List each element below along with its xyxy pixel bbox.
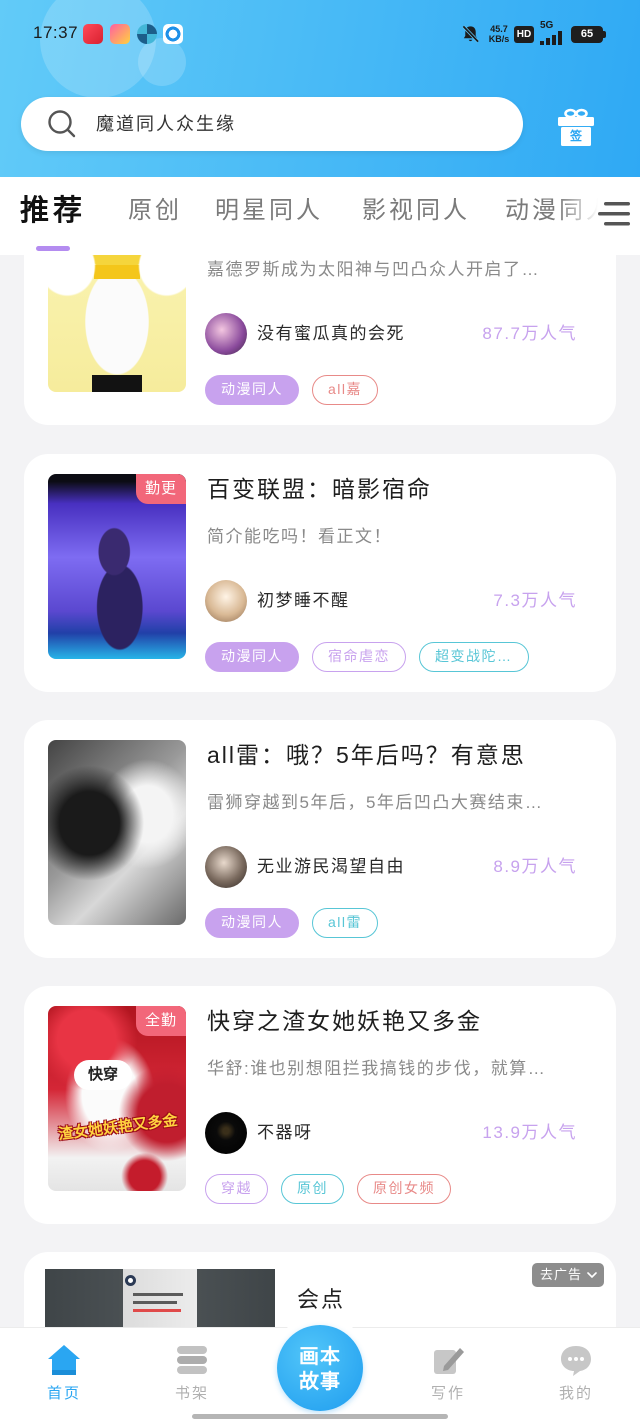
cover-image[interactable]: 勤更 — [48, 474, 186, 659]
nav-label: 书架 — [174, 1385, 209, 1402]
nav-label: 写作 — [430, 1385, 465, 1402]
network-speed-unit: KB/s — [488, 34, 510, 44]
update-badge: 勤更 — [136, 474, 186, 504]
nav-label: 我的 — [558, 1385, 593, 1402]
novel-description: 简介能吃吗！看正文！ — [207, 527, 392, 546]
ad-logo-icon — [125, 1275, 136, 1286]
chevron-down-icon — [587, 1272, 597, 1278]
novel-description: 华舒:谁也别想阻拦我搞钱的步伐，就算… — [207, 1059, 547, 1078]
search-hint: 魔道同人众生缘 — [96, 114, 236, 134]
nav-home[interactable]: 首页 — [24, 1342, 104, 1412]
home-indicator[interactable] — [192, 1414, 448, 1419]
tab-celebrity-fanfic[interactable]: 明星同人 — [215, 191, 323, 231]
cover-image[interactable] — [48, 740, 186, 925]
create-story-button[interactable]: 画本 故事 — [277, 1325, 363, 1411]
cover-genre-text: 快穿 — [74, 1060, 132, 1090]
app-screen: 嘉德罗斯成为太阳神与凹凸众人开启了… 没有蜜瓜真的会死 87.7万人气 动漫同人… — [0, 0, 640, 1423]
author-name[interactable]: 初梦睡不醒 — [257, 589, 350, 613]
battery-level: 65 — [580, 28, 594, 40]
tab-recommend[interactable]: 推荐 — [20, 191, 86, 231]
remove-ad-label: 去广告 — [540, 1267, 583, 1282]
tag-list: 动漫同人 all雷 — [205, 908, 379, 938]
ad-image[interactable] — [45, 1269, 275, 1327]
tag[interactable]: all嘉 — [312, 375, 379, 405]
notification-app-icon — [83, 24, 103, 44]
notification-app-icon — [110, 24, 130, 44]
top-header: 17:37 45.7 KB/s HD 5G 65 魔道同人众生缘 签 — [0, 0, 640, 177]
author-avatar[interactable] — [205, 1112, 247, 1154]
network-type: 5G — [540, 20, 554, 31]
tab-strip[interactable]: 推荐 原创 明星同人 影视同人 动漫同人 — [0, 177, 598, 255]
novel-card[interactable]: all雷：哦？5年后吗？有意思 雷狮穿越到5年后，5年后凹凸大赛结束… 无业游民… — [24, 720, 616, 958]
search-icon — [48, 110, 76, 138]
daily-signin-button[interactable]: 签 — [555, 106, 597, 148]
tag[interactable]: all雷 — [312, 908, 379, 938]
remove-ad-button[interactable]: 去广告 — [532, 1263, 604, 1287]
tag[interactable]: 动漫同人 — [205, 908, 299, 938]
novel-card[interactable]: 快穿 渣女她妖艳又多金 全勤 快穿之渣女她妖艳又多金 华舒:谁也别想阻拦我搞钱的… — [24, 986, 616, 1224]
create-story-label-line2: 故事 — [299, 1371, 341, 1393]
ad-title[interactable]: 会点 — [297, 1285, 345, 1315]
novel-card[interactable]: 勤更 百变联盟：暗影宿命 简介能吃吗！看正文！ 初梦睡不醒 7.3万人气 动漫同… — [24, 454, 616, 692]
cover-title-text: 渣女她妖艳又多金 — [57, 1111, 179, 1144]
signal-bars-icon — [540, 31, 562, 45]
decorative-bubble — [40, 0, 156, 98]
author-name[interactable]: 不器呀 — [257, 1121, 313, 1145]
status-time: 17:37 — [33, 23, 79, 42]
notification-app-icon — [163, 24, 183, 44]
tab-fade-overlay — [558, 177, 598, 255]
bookshelf-icon — [177, 1346, 207, 1374]
update-badge: 全勤 — [136, 1006, 186, 1036]
novel-title[interactable]: 百变联盟：暗影宿命 — [207, 472, 597, 506]
tag[interactable]: 动漫同人 — [205, 642, 299, 672]
decorative-bubble — [138, 38, 186, 86]
author-avatar[interactable] — [205, 846, 247, 888]
nav-mine[interactable]: 我的 — [536, 1342, 616, 1412]
tag[interactable]: 宿命虐恋 — [312, 642, 406, 672]
novel-title[interactable]: 快穿之渣女她妖艳又多金 — [207, 1004, 597, 1038]
network-speed-value: 45.7 — [490, 24, 508, 34]
category-tabs: 推荐 原创 明星同人 影视同人 动漫同人 — [0, 177, 640, 255]
tag[interactable]: 穿越 — [205, 1174, 268, 1204]
author-avatar[interactable] — [205, 580, 247, 622]
nav-label: 首页 — [46, 1385, 81, 1402]
nav-bookshelf[interactable]: 书架 — [152, 1342, 232, 1412]
write-pen-icon — [434, 1348, 464, 1374]
novel-description: 雷狮穿越到5年后，5年后凹凸大赛结束… — [207, 793, 544, 812]
signin-label: 签 — [569, 129, 582, 143]
author-name[interactable]: 无业游民渴望自由 — [257, 855, 405, 879]
popularity-count: 8.9万人气 — [493, 857, 577, 876]
search-bar[interactable]: 魔道同人众生缘 — [21, 97, 523, 151]
nav-write[interactable]: 写作 — [408, 1342, 488, 1412]
active-tab-indicator — [36, 246, 70, 251]
novel-title[interactable]: all雷：哦？5年后吗？有意思 — [207, 738, 597, 772]
tag[interactable]: 原创 — [281, 1174, 344, 1204]
cover-image[interactable]: 快穿 渣女她妖艳又多金 全勤 — [48, 1006, 186, 1191]
tag[interactable]: 原创女频 — [357, 1174, 451, 1204]
popularity-count: 87.7万人气 — [482, 324, 577, 343]
chat-bubble-icon — [561, 1346, 591, 1376]
tag-list: 动漫同人 宿命虐恋 超变战陀… — [205, 642, 529, 672]
home-icon — [48, 1345, 80, 1375]
popularity-count: 13.9万人气 — [482, 1123, 577, 1142]
author-name[interactable]: 没有蜜瓜真的会死 — [257, 322, 405, 346]
create-story-label-line1: 画本 — [299, 1346, 341, 1368]
popularity-count: 7.3万人气 — [493, 591, 577, 610]
hd-badge: HD — [514, 26, 534, 43]
novel-description: 嘉德罗斯成为太阳神与凹凸众人开启了… — [207, 260, 540, 279]
tag-list: 穿越 原创 原创女频 — [205, 1174, 451, 1204]
tab-film-tv-fanfic[interactable]: 影视同人 — [362, 191, 470, 231]
tag[interactable]: 动漫同人 — [205, 375, 299, 405]
menu-icon[interactable] — [598, 200, 632, 228]
notification-app-icon — [137, 24, 157, 44]
author-avatar[interactable] — [205, 313, 247, 355]
tag-list: 动漫同人 all嘉 — [205, 375, 379, 405]
tag[interactable]: 超变战陀… — [419, 642, 529, 672]
battery-indicator: 65 — [571, 26, 606, 43]
network-speed: 45.7 KB/s — [486, 24, 512, 44]
tab-original[interactable]: 原创 — [128, 191, 182, 231]
mute-bell-icon — [462, 25, 480, 43]
